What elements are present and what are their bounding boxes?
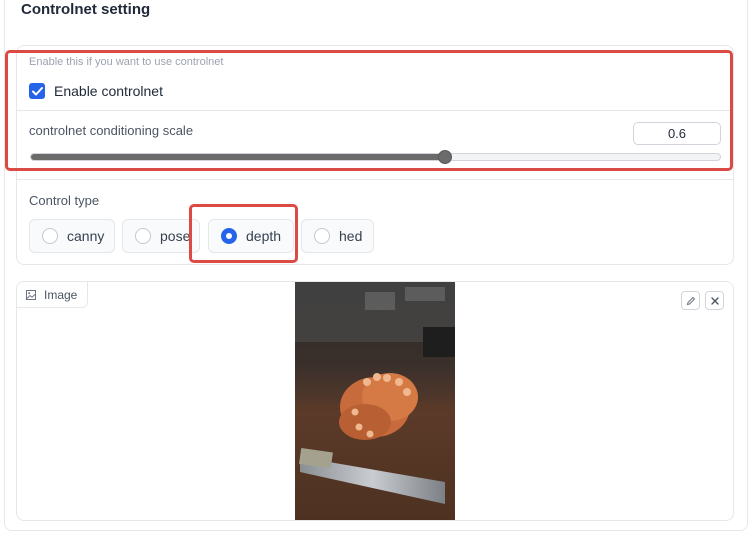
scale-slider-fill bbox=[31, 154, 445, 160]
scale-slider-thumb[interactable] bbox=[437, 150, 452, 164]
image-upload-block[interactable]: Image bbox=[16, 281, 734, 521]
radio-option-canny[interactable]: canny bbox=[29, 219, 115, 253]
edit-image-button[interactable] bbox=[681, 291, 700, 310]
enable-hint: Enable this if you want to use controlne… bbox=[29, 56, 224, 68]
close-icon bbox=[710, 296, 719, 305]
section-title: Controlnet setting bbox=[21, 1, 151, 18]
radio-label: depth bbox=[246, 228, 282, 244]
radio-unchecked-icon[interactable] bbox=[314, 228, 330, 244]
radio-checked-icon[interactable] bbox=[221, 228, 237, 244]
radio-option-pose[interactable]: pose bbox=[122, 219, 200, 253]
controlnet-settings-block: Enable this if you want to use controlne… bbox=[16, 45, 734, 180]
uploaded-image bbox=[295, 282, 455, 520]
image-label: Image bbox=[44, 287, 78, 302]
radio-unchecked-icon[interactable] bbox=[42, 228, 58, 244]
radio-unchecked-icon[interactable] bbox=[135, 228, 151, 244]
image-icon bbox=[26, 289, 36, 300]
image-label-tag: Image bbox=[17, 282, 89, 308]
radio-option-hed[interactable]: hed bbox=[301, 219, 374, 253]
radio-option-depth[interactable]: depth bbox=[208, 219, 294, 253]
divider bbox=[17, 110, 733, 111]
control-type-block: Control type canny pose depth hed bbox=[16, 180, 734, 265]
enable-controlnet-checkbox[interactable]: Enable controlnet bbox=[29, 82, 163, 100]
control-type-label: Control type bbox=[29, 193, 100, 208]
radio-label: pose bbox=[160, 228, 191, 244]
scale-number-input[interactable]: 0.6 bbox=[633, 122, 721, 145]
scale-label: controlnet conditioning scale bbox=[29, 123, 194, 138]
enable-controlnet-label: Enable controlnet bbox=[54, 83, 163, 99]
checkbox-checked-icon[interactable] bbox=[29, 83, 45, 99]
radio-label: hed bbox=[339, 228, 363, 244]
radio-label: canny bbox=[67, 228, 105, 244]
clear-image-button[interactable] bbox=[705, 291, 724, 310]
pencil-icon bbox=[686, 296, 695, 305]
scale-slider-track[interactable] bbox=[30, 153, 721, 161]
